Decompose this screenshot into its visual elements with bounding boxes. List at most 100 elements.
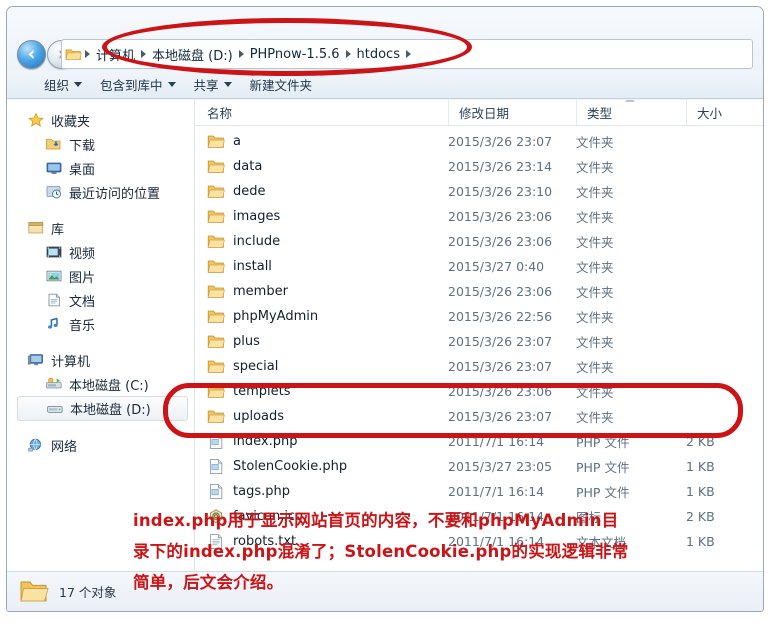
table-row[interactable]: templets 2015/3/26 23:06 文件夹: [195, 379, 763, 404]
column-header-date[interactable]: 修改日期: [448, 100, 576, 125]
sidebar-item-local-disk-c[interactable]: 本地磁盘 (C:): [7, 372, 194, 396]
sidebar-item-videos[interactable]: 视频: [7, 240, 194, 264]
sidebar-item-label: 本地磁盘 (D:): [70, 403, 151, 418]
file-name-label: templets: [233, 384, 291, 399]
music-icon: [48, 317, 58, 329]
sidebar-item-documents[interactable]: 文档: [7, 288, 194, 312]
table-row[interactable]: dede 2015/3/26 23:10 文件夹: [195, 179, 763, 204]
sidebar-item-network[interactable]: 网络: [7, 433, 194, 457]
file-name-label: images: [233, 209, 281, 224]
file-size-cell: 1 KB: [686, 484, 715, 499]
toolbar-share-button[interactable]: 共享: [185, 72, 241, 97]
table-row[interactable]: a 2015/3/26 23:07 文件夹: [195, 129, 763, 154]
file-size-cell: 2 KB: [686, 434, 715, 449]
file-type-cell: 文件夹: [576, 310, 614, 325]
table-row[interactable]: include 2015/3/26 23:06 文件夹: [195, 229, 763, 254]
breadcrumb-item-2[interactable]: PHPnow-1.5.6: [245, 45, 345, 64]
file-date-cell: 2015/3/26 23:06: [448, 284, 553, 299]
file-name-cell: uploads: [195, 408, 448, 425]
annotation-caption-line-3: 简单，后文会介绍。: [133, 573, 284, 592]
breadcrumb-item-3[interactable]: htdocs: [352, 45, 405, 64]
toolbar-item-label: 共享: [193, 78, 219, 93]
file-date-cell: 2015/3/27 23:05: [448, 459, 553, 474]
sidebar-item-label: 网络: [51, 439, 78, 455]
file-date-cell: 2015/3/26 23:06: [448, 209, 553, 224]
table-row[interactable]: plus 2015/3/26 23:07 文件夹: [195, 329, 763, 354]
star-icon: [28, 112, 44, 127]
folder-icon: [207, 160, 225, 173]
folder-icon: [20, 581, 49, 602]
file-name-cell: include: [195, 233, 448, 250]
table-row[interactable]: StolenCookie.php 2015/3/27 23:05 PHP 文件 1 K…: [195, 454, 763, 479]
sidebar-item-music[interactable]: 音乐: [7, 312, 194, 336]
file-name-cell: images: [195, 208, 448, 225]
sidebar-item-local-disk-d[interactable]: 本地磁盘 (D:): [17, 396, 188, 421]
file-date-cell: 2015/3/26 23:07: [448, 134, 553, 149]
file-type-cell: 文件夹: [576, 335, 614, 350]
sidebar-item-computer[interactable]: 计算机: [7, 348, 194, 372]
file-name-label: include: [233, 234, 281, 249]
file-date-cell: 2015/3/27 0:40: [448, 259, 545, 274]
screenshot-root: 计算机 本地磁盘 (D:) PHPnow-1.5.6 htdocs 组织 包含到…: [0, 0, 774, 632]
file-date-cell: 2011/7/1 16:14: [448, 484, 545, 499]
toolbar-organize-button[interactable]: 组织: [35, 72, 91, 97]
file-name-label: dede: [233, 184, 266, 199]
breadcrumb-separator-icon: [345, 50, 351, 58]
nav-group-computer: 计算机 本地磁盘 (C:) 本地磁盘 (D:): [7, 348, 194, 421]
php-file-icon: [209, 484, 223, 499]
sidebar-item-label: 收藏夹: [51, 114, 91, 130]
folder-icon: [207, 385, 225, 398]
file-name-cell: StolenCookie.php: [195, 458, 448, 475]
sidebar-item-recent-places[interactable]: 最近访问的位置: [7, 180, 194, 204]
sidebar-item-downloads[interactable]: 下载: [7, 132, 194, 156]
network-icon: [28, 438, 41, 452]
toolbar-new-folder-button[interactable]: 新建文件夹: [241, 72, 322, 97]
column-header-name[interactable]: 名称: [195, 100, 448, 125]
nav-group-libraries: 库 视频 图片 文档 音乐: [7, 216, 194, 336]
file-type-cell: PHP 文件: [576, 460, 630, 475]
sidebar-item-label: 图片: [69, 270, 96, 286]
table-row[interactable]: phpMyAdmin 2015/3/26 22:56 文件夹: [195, 304, 763, 329]
table-row[interactable]: member 2015/3/26 23:06 文件夹: [195, 279, 763, 304]
file-name-label: a: [233, 134, 241, 149]
library-icon: [28, 222, 44, 234]
address-bar[interactable]: 计算机 本地磁盘 (D:) PHPnow-1.5.6 htdocs: [61, 39, 753, 69]
file-type-cell: 文件夹: [576, 235, 614, 250]
breadcrumb-item-1[interactable]: 本地磁盘 (D:): [147, 43, 238, 66]
breadcrumb-separator-icon: [238, 50, 244, 58]
file-type-cell: 文件夹: [576, 185, 614, 200]
file-type-cell: 文件夹: [576, 135, 614, 150]
table-row[interactable]: special 2015/3/26 23:07 文件夹: [195, 354, 763, 379]
table-row[interactable]: install 2015/3/27 0:40 文件夹: [195, 254, 763, 279]
column-header-type[interactable]: 类型: [576, 100, 686, 125]
sidebar-item-desktop[interactable]: 桌面: [7, 156, 194, 180]
file-type-cell: PHP 文件: [576, 435, 630, 450]
explorer-body: 收藏夹 下载 桌面 最近访问的位置 库 视频 图片 文档 音乐 计算机 本地磁盘…: [7, 100, 763, 571]
back-arrow-icon[interactable]: [17, 40, 46, 69]
toolbar-include-in-library-button[interactable]: 包含到库中: [91, 72, 185, 97]
table-row[interactable]: index.php 2011/7/1 16:14 PHP 文件 2 KB: [195, 429, 763, 454]
pictures-icon: [46, 270, 62, 282]
table-row[interactable]: images 2015/3/26 23:06 文件夹: [195, 204, 763, 229]
file-name-cell: index.php: [195, 433, 448, 450]
sidebar-item-label: 本地磁盘 (C:): [69, 378, 149, 394]
file-date-cell: 2015/3/26 23:06: [448, 384, 553, 399]
sidebar-item-libraries[interactable]: 库: [7, 216, 194, 240]
table-row[interactable]: uploads 2015/3/26 23:07 文件夹: [195, 404, 763, 429]
nav-group-favorites: 收藏夹 下载 桌面 最近访问的位置: [7, 108, 194, 204]
sidebar-item-pictures[interactable]: 图片: [7, 264, 194, 288]
folder-icon: [207, 210, 225, 223]
breadcrumb-item-0[interactable]: 计算机: [91, 43, 140, 66]
column-header-size[interactable]: 大小: [686, 100, 763, 125]
table-row[interactable]: data 2015/3/26 23:14 文件夹: [195, 154, 763, 179]
video-icon: [46, 246, 62, 258]
table-row[interactable]: tags.php 2011/7/1 16:14 PHP 文件 1 KB: [195, 479, 763, 504]
file-name-label: phpMyAdmin: [233, 309, 319, 324]
file-type-cell: PHP 文件: [576, 485, 630, 500]
file-name-cell: plus: [195, 333, 448, 350]
file-date-cell: 2015/3/26 23:07: [448, 409, 553, 424]
file-name-cell: tags.php: [195, 483, 448, 500]
folder-icon: [207, 360, 225, 373]
file-type-cell: 文件夹: [576, 410, 614, 425]
sidebar-item-favorites[interactable]: 收藏夹: [7, 108, 194, 132]
